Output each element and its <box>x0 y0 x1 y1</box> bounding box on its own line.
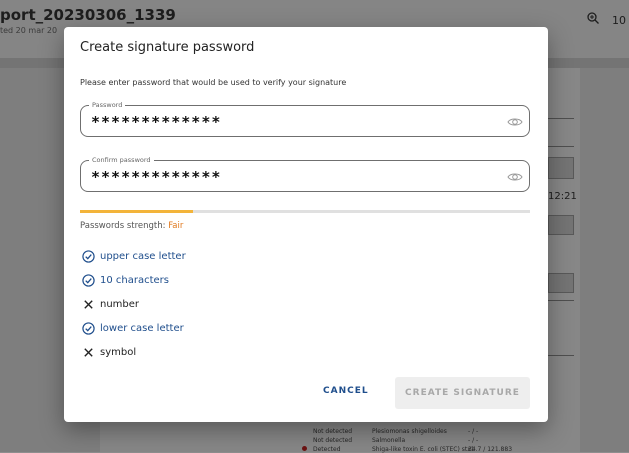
confirm-password-field[interactable]: Confirm password ************* <box>80 155 530 192</box>
requirement-label: number <box>100 298 140 310</box>
eye-icon[interactable] <box>507 114 523 130</box>
confirm-password-input[interactable]: ************* <box>91 168 221 186</box>
create-signature-dialog: Create signature password Please enter p… <box>64 27 548 422</box>
requirement-item: 10 characters <box>82 272 169 288</box>
create-signature-button[interactable]: CREATE SIGNATURE <box>395 377 530 409</box>
password-field[interactable]: Password ************* <box>80 100 530 137</box>
dialog-title: Create signature password <box>80 40 255 55</box>
strength-bar <box>80 210 530 213</box>
close-icon <box>82 346 95 359</box>
strength-label: Passwords strength: <box>80 221 166 231</box>
requirement-label: lower case letter <box>100 322 184 334</box>
requirement-label: symbol <box>100 346 137 358</box>
check-circle-icon <box>82 273 95 287</box>
cancel-button[interactable]: CANCEL <box>323 386 369 396</box>
requirement-item: lower case letter <box>82 320 184 336</box>
requirement-label: upper case letter <box>100 250 186 262</box>
close-icon <box>82 298 95 311</box>
strength-level: Fair <box>168 221 184 231</box>
eye-icon[interactable] <box>507 169 523 185</box>
password-input[interactable]: ************* <box>91 113 221 131</box>
check-circle-icon <box>82 249 95 263</box>
requirement-item: number <box>82 296 139 312</box>
strength-text: Passwords strength: Fair <box>80 221 183 231</box>
requirement-label: 10 characters <box>100 274 169 286</box>
check-circle-icon <box>82 321 95 335</box>
requirement-item: symbol <box>82 344 136 360</box>
password-label: Password <box>89 100 126 110</box>
dialog-description: Please enter password that would be used… <box>80 78 347 87</box>
requirement-item: upper case letter <box>82 248 186 264</box>
confirm-password-label: Confirm password <box>89 155 154 165</box>
strength-bar-fill <box>80 210 193 213</box>
